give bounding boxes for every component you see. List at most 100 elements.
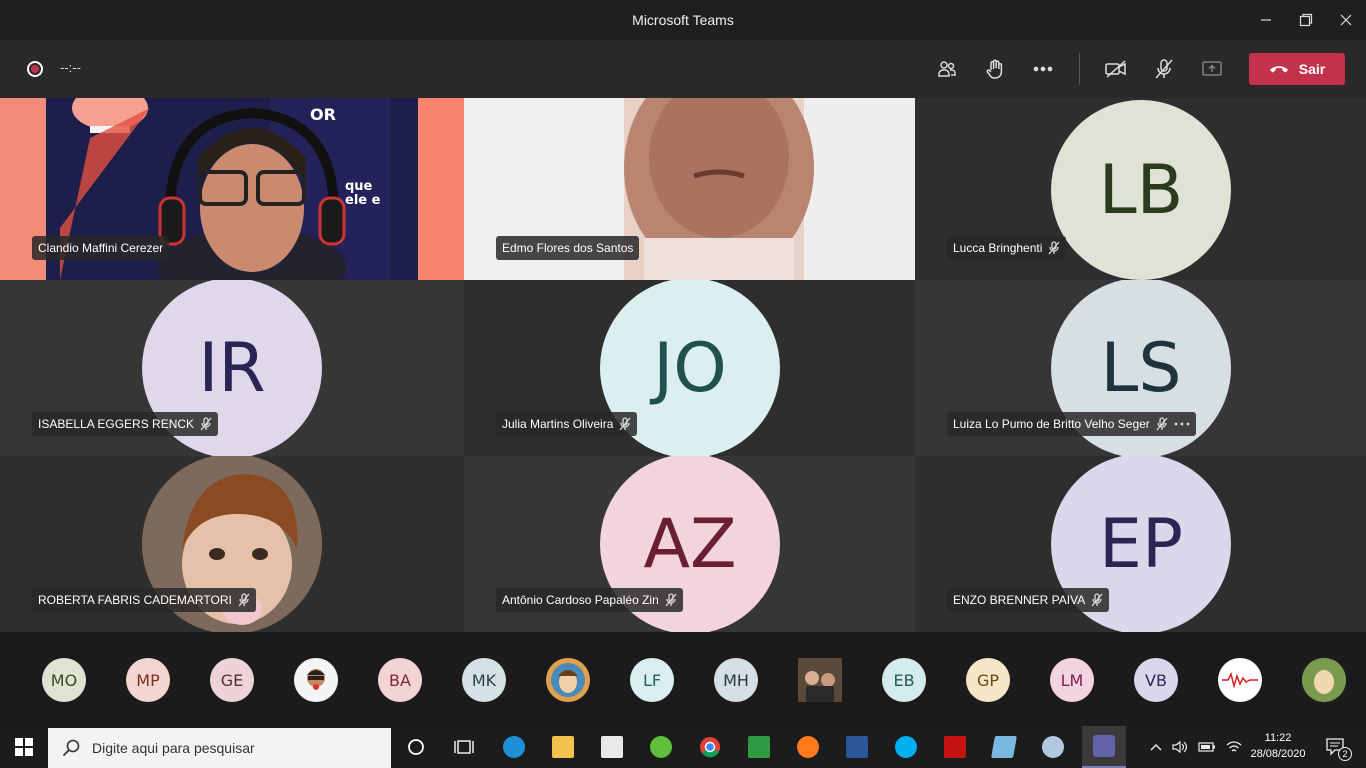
edge-icon [503,736,525,758]
participant-name-tag: ROBERTA FABRIS CADEMARTORI [32,588,256,612]
participant-tile[interactable]: JO Julia Martins Oliveira [464,280,915,456]
participant-name-tag: ISABELLA EGGERS RENCK [32,412,219,436]
store-app[interactable] [596,731,628,763]
notifications-button[interactable]: 2 [1320,731,1352,763]
folder-icon [552,736,574,758]
participant-tile[interactable]: ROBERTA FABRIS CADEMARTORI [0,456,464,632]
participant-name: Julia Martins Oliveira [502,417,614,431]
participant-avatar: LB [1051,100,1231,280]
file-explorer-app[interactable] [547,731,579,763]
windows-taskbar: Digite aqui para pesquisar 11:22 28/08/2… [0,726,1366,768]
participant-tile[interactable]: LS Luiza Lo Pumo de Britto Velho Seger [915,280,1366,456]
strip-avatar[interactable]: LM [1050,658,1094,702]
strip-avatar[interactable]: MO [42,658,86,702]
more-actions-button[interactable] [1028,54,1058,84]
more-options-icon[interactable] [1174,421,1190,427]
teams-app[interactable] [1082,726,1126,768]
participant-name-tag: Edmo Flores dos Santos [496,236,640,260]
share-screen-button[interactable] [1197,54,1227,84]
strip-avatar-photo[interactable] [294,658,338,702]
strip-avatar[interactable]: VB [1134,658,1178,702]
avatar-image [307,669,325,690]
participant-tile[interactable]: EP ENZO BRENNER PAIVA [915,456,1366,632]
sheets-app[interactable] [743,731,775,763]
skype-icon [895,736,917,758]
notification-count: 2 [1338,747,1352,761]
strip-avatar-photo[interactable] [1218,658,1262,702]
strip-avatar[interactable]: MP [126,658,170,702]
wifi-icon[interactable] [1226,740,1242,754]
mic-off-icon [238,593,250,607]
strip-avatar-photo[interactable] [1302,658,1346,702]
mic-off-icon [1155,59,1173,79]
mic-off-icon [1048,241,1060,255]
edge-app[interactable] [498,731,530,763]
search-icon [62,739,80,757]
cortana-button[interactable] [400,731,432,763]
avatar-image [1222,671,1258,689]
participant-name-tag: Clandio Maffini Cerezer [32,236,170,260]
mic-off-icon [619,417,631,431]
participant-name: ROBERTA FABRIS CADEMARTORI [38,593,232,607]
mic-toggle-button[interactable] [1149,54,1179,84]
participant-strip: MO MP GE BA MK LF MH EB GP LM VB [0,632,1366,726]
clock-date: 28/08/2020 [1250,748,1306,760]
skype-app[interactable] [890,731,922,763]
volume-icon[interactable] [1172,740,1188,754]
pdf-icon [944,736,966,758]
strip-avatar[interactable]: GE [210,658,254,702]
strip-avatar[interactable]: LF [630,658,674,702]
mic-off-icon [1156,417,1168,431]
participant-tile[interactable]: LB Lucca Bringhenti [915,98,1366,280]
word-icon [846,736,868,758]
firefox-app[interactable] [792,731,824,763]
strip-avatar-photo[interactable] [798,658,842,702]
camera-toggle-button[interactable] [1101,54,1131,84]
leave-button[interactable]: Sair [1249,53,1345,85]
strip-avatar[interactable]: GP [966,658,1010,702]
task-view-icon [454,740,474,754]
raise-hand-button[interactable] [980,54,1010,84]
strip-avatar-photo[interactable] [546,658,590,702]
cortana-icon [408,739,424,755]
task-view-button[interactable] [448,731,480,763]
close-window-button[interactable] [1326,0,1366,40]
participant-tile[interactable]: AZ Antônio Cardoso Papaléo Zin [464,456,915,632]
taskbar-search-input[interactable]: Digite aqui para pesquisar [48,728,391,768]
strip-avatar[interactable]: BA [378,658,422,702]
more-icon [1033,66,1053,72]
hang-up-icon [1269,66,1288,73]
notes-app[interactable] [988,731,1020,763]
start-button[interactable] [0,726,48,768]
chevron-up-icon[interactable] [1150,743,1162,751]
chrome-app[interactable] [694,731,726,763]
svg-text:ele e: ele e [345,193,381,208]
recording-icon [27,61,43,77]
strip-avatar[interactable]: EB [882,658,926,702]
search-placeholder: Digite aqui para pesquisar [92,740,255,756]
acrobat-app[interactable] [939,731,971,763]
cloud-icon [650,736,672,758]
minimize-button[interactable] [1246,0,1286,40]
taskbar-clock[interactable]: 11:22 28/08/2020 [1246,730,1310,762]
system-tray [1150,726,1242,768]
participant-name: ENZO BRENNER PAIVA [953,593,1086,607]
participant-name: Edmo Flores dos Santos [502,241,634,255]
battery-icon[interactable] [1198,741,1216,753]
green-app[interactable] [645,731,677,763]
participants-icon [938,61,956,77]
strip-avatar[interactable]: MH [714,658,758,702]
participant-name: Luiza Lo Pumo de Britto Velho Seger [953,417,1150,431]
participant-name: ISABELLA EGGERS RENCK [38,417,195,431]
participant-tile-video[interactable]: Edmo Flores dos Santos [464,98,915,280]
toolbar-divider [1079,53,1080,85]
notes-icon [991,736,1017,758]
strip-avatar[interactable]: MK [462,658,506,702]
paint-app[interactable] [1037,731,1069,763]
participants-button[interactable] [932,54,962,84]
word-app[interactable] [841,731,873,763]
participant-tile[interactable]: IR ISABELLA EGGERS RENCK [0,280,464,456]
restore-button[interactable] [1286,0,1326,40]
video-grid: que ele e OR Clandio Maffini Cerezer Edm… [0,98,1366,632]
participant-tile-video[interactable]: que ele e OR Clandio Maffini Cerezer [0,98,464,280]
